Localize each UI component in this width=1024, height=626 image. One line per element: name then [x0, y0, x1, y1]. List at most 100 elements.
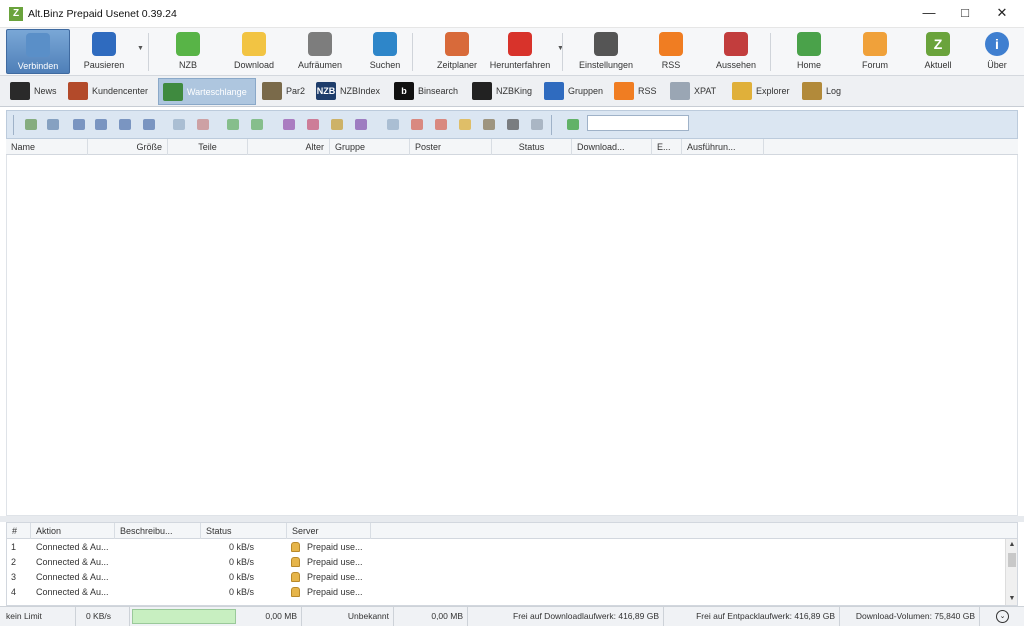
connection-status: 0 kB/s — [229, 542, 255, 552]
cube-purple-icon[interactable] — [355, 119, 367, 130]
tab-warteschlange[interactable]: Warteschlange — [158, 78, 256, 105]
connection-row[interactable]: 2 Connected & Au... 0 kB/s Prepaid use... — [7, 555, 1007, 570]
connections-column-header-cell[interactable]: Server — [287, 523, 371, 539]
queue-search-input[interactable] — [587, 115, 689, 131]
close-button[interactable]: ✕ — [983, 0, 1021, 28]
connection-action: Connected & Au... — [36, 557, 109, 567]
scroll-thumb[interactable] — [1008, 553, 1016, 567]
speed-graph — [132, 609, 236, 624]
lock-icon — [291, 542, 300, 552]
tab-nzbindex[interactable]: NZB NZBIndex — [312, 78, 388, 105]
connection-row[interactable]: 1 Connected & Au... 0 kB/s Prepaid use... — [7, 540, 1007, 555]
tab-gruppen[interactable]: Gruppen — [540, 78, 606, 105]
nzb-button[interactable]: NZB — [160, 29, 216, 74]
status-eta: Unbekannt — [302, 607, 394, 626]
verbinden-button[interactable]: Verbinden — [6, 29, 70, 74]
queue-column-header-cell[interactable]: Alter — [248, 139, 330, 155]
move-down-icon[interactable] — [119, 119, 131, 130]
connections-scrollbar[interactable]: ▲ ▼ — [1005, 539, 1017, 605]
groups-icon — [544, 82, 564, 100]
tab-log[interactable]: Log — [798, 78, 844, 105]
connections-column-header-cell[interactable]: Beschreibu... — [115, 523, 201, 539]
move-last-icon[interactable] — [143, 119, 155, 130]
toolbar-separator — [551, 115, 552, 135]
suchen-button[interactable]: Suchen — [354, 29, 416, 74]
dropdown-arrow-icon[interactable]: ▼ — [137, 45, 144, 52]
page-icon[interactable] — [173, 119, 185, 130]
tab-kundencenter[interactable]: Kundencenter — [64, 78, 156, 105]
queue-column-header-cell[interactable]: Status — [492, 139, 572, 155]
collapse-icon[interactable] — [251, 119, 263, 130]
herunterfahren-button[interactable]: Herunterfahren — [484, 29, 556, 74]
connections-column-header-cell[interactable]: Status — [201, 523, 287, 539]
maximize-button[interactable]: □ — [946, 0, 984, 28]
expand-icon[interactable] — [227, 119, 239, 130]
queue-column-header-cell[interactable]: Teile — [168, 139, 248, 155]
scroll-down-icon[interactable]: ▼ — [1006, 593, 1017, 605]
play-icon[interactable] — [483, 119, 495, 130]
page-remove-icon[interactable] — [197, 119, 209, 130]
scroll-up-icon[interactable]: ▲ — [1006, 539, 1017, 551]
queue-column-header-cell[interactable]: Ausführun... — [682, 139, 764, 155]
cube-red-icon[interactable] — [307, 119, 319, 130]
tab-label: Warteschlange — [187, 87, 247, 97]
import-icon[interactable] — [435, 119, 447, 130]
forum-button[interactable]: Forum — [842, 29, 908, 74]
folder-open-icon[interactable] — [459, 119, 471, 130]
queue-column-header-cell[interactable]: Name — [6, 139, 88, 155]
pausieren-button[interactable]: Pausieren — [72, 29, 136, 74]
tab-rss[interactable]: RSS — [610, 78, 662, 105]
tab-label: NZBKing — [496, 86, 533, 96]
edit-icon[interactable] — [387, 119, 399, 130]
queue-column-header-cell[interactable]: E... — [652, 139, 682, 155]
connections-column-header-cell[interactable]: # — [7, 523, 31, 539]
add-icon[interactable] — [567, 119, 579, 130]
aktuell-button[interactable]: Z Aktuell — [906, 29, 970, 74]
list-icon[interactable] — [507, 119, 519, 130]
zeitplaner-label: Zeitplaner — [436, 60, 478, 70]
download-button[interactable]: Download — [224, 29, 284, 74]
connection-row[interactable]: 3 Connected & Au... 0 kB/s Prepaid use... — [7, 570, 1007, 585]
rss-button[interactable]: RSS — [642, 29, 700, 74]
tab-binsearch[interactable]: b Binsearch — [390, 78, 464, 105]
queue-column-header-cell[interactable]: Größe — [88, 139, 168, 155]
toolbar-separator — [412, 33, 413, 71]
move-bottom-icon[interactable] — [47, 119, 59, 130]
connection-row[interactable]: 4 Connected & Au... 0 kB/s Prepaid use... — [7, 585, 1007, 600]
move-top-icon[interactable] — [25, 119, 37, 130]
aufraeumen-button[interactable]: Aufräumen — [288, 29, 352, 74]
connection-status: 0 kB/s — [229, 572, 255, 582]
clock-icon[interactable] — [531, 119, 543, 130]
home-button[interactable]: Home — [776, 29, 842, 74]
minimize-button[interactable]: — — [910, 0, 948, 28]
toolbar-separator — [562, 33, 563, 71]
queue-toolbar — [6, 110, 1018, 139]
cube-yellow-icon[interactable] — [331, 119, 343, 130]
rss-label: RSS — [661, 60, 681, 70]
verbinden-label: Verbinden — [17, 61, 59, 71]
cube-icon[interactable] — [283, 119, 295, 130]
tab-xpat[interactable]: XPAT — [666, 78, 726, 105]
move-first-icon[interactable] — [73, 119, 85, 130]
connection-action: Connected & Au... — [36, 572, 109, 582]
ueber-button[interactable]: i Über — [972, 29, 1022, 74]
queue-column-header-cell[interactable]: Gruppe — [330, 139, 410, 155]
queue-column-header-cell[interactable]: Download... — [572, 139, 652, 155]
connect-icon — [26, 33, 50, 57]
export-icon[interactable] — [411, 119, 423, 130]
move-up-icon[interactable] — [95, 119, 107, 130]
queue-column-header-cell[interactable]: Poster — [410, 139, 492, 155]
queue-list[interactable] — [6, 155, 1018, 516]
aussehen-button[interactable]: Aussehen — [700, 29, 772, 74]
rss-icon — [614, 82, 634, 100]
chevron-down-icon[interactable]: ⌄ — [996, 610, 1009, 623]
einstellungen-button[interactable]: Einstellungen — [570, 29, 642, 74]
status-size: 0,00 MB — [238, 607, 302, 626]
tab-explorer[interactable]: Explorer — [728, 78, 794, 105]
zeitplaner-button[interactable]: Zeitplaner — [420, 29, 494, 74]
tab-nzbking[interactable]: NZBKing — [468, 78, 538, 105]
connections-column-header-cell[interactable]: Aktion — [31, 523, 115, 539]
folder-icon — [242, 32, 266, 56]
tab-par2[interactable]: Par2 — [258, 78, 308, 105]
tab-news[interactable]: News — [6, 78, 60, 105]
